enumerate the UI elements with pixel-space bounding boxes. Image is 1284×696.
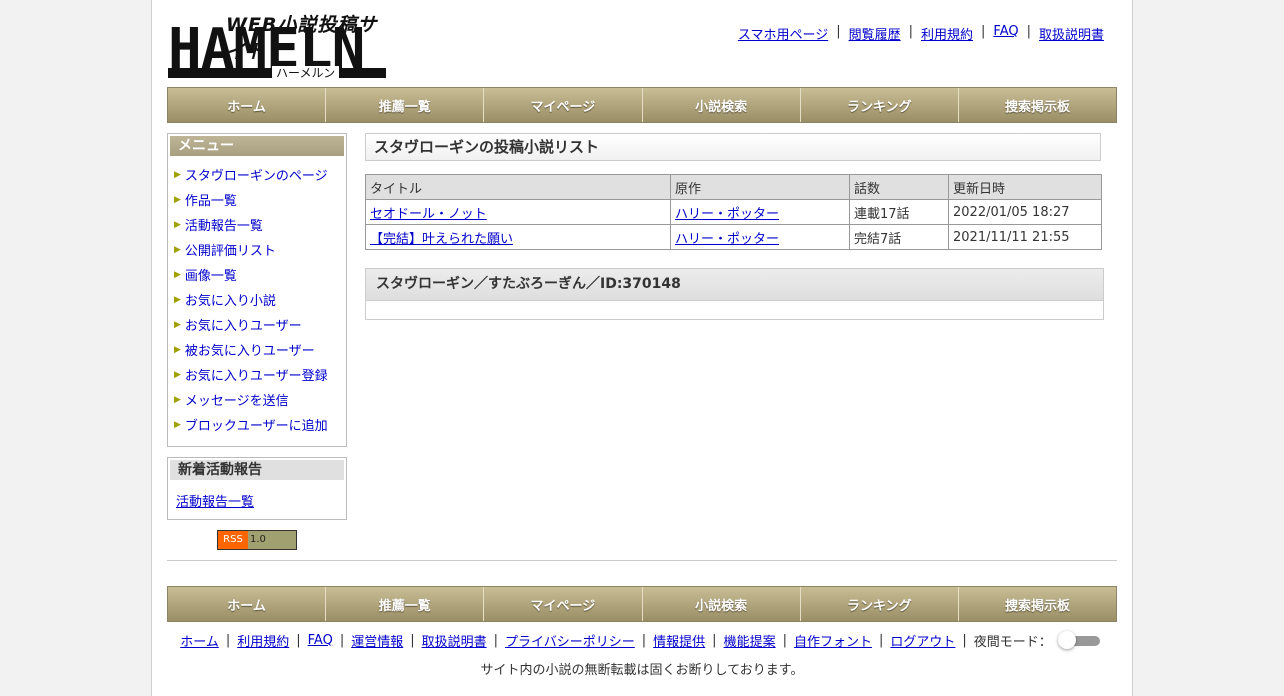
- user-heading: スタヴローギン／すたぶろーぎん／ID:370148: [366, 269, 1103, 301]
- menu-item-public-ratings[interactable]: ▶ 公開評価リスト: [168, 237, 346, 262]
- novel-title-link[interactable]: セオドール・ノット: [370, 207, 487, 222]
- menu-item-favorite-users[interactable]: ▶ お気に入りユーザー: [168, 312, 346, 337]
- footer-terms-link[interactable]: 利用規約: [237, 631, 289, 650]
- col-title: タイトル: [365, 174, 671, 200]
- copyright-notice: サイト内の小説の無断転載は固くお断りしております。: [480, 663, 804, 678]
- nav-ranking[interactable]: ランキング: [800, 587, 959, 621]
- page-container: WEB小説投稿サイト HAMELN ハーメルン スマホ用ページ | 閲覧履歴 | 利…: [151, 0, 1133, 696]
- updated-at: 2022/01/05 18:27: [948, 199, 1102, 225]
- divider: [167, 560, 1117, 561]
- original-work-link[interactable]: ハリー・ポッター: [675, 207, 779, 222]
- menu-item-block-user[interactable]: ▶ ブロックユーザーに追加: [168, 412, 346, 437]
- episode-count: 連載17話: [849, 199, 949, 225]
- rss-badge[interactable]: RSS 1.0: [217, 530, 297, 550]
- faq-link[interactable]: FAQ: [993, 24, 1018, 43]
- col-updated: 更新日時: [948, 174, 1102, 200]
- nav-home[interactable]: ホーム: [168, 587, 327, 621]
- menu-item-user-page[interactable]: ▶ スタヴローギンのページ: [168, 162, 346, 187]
- night-mode-toggle[interactable]: [1057, 630, 1104, 649]
- triangle-bullet-icon: ▶: [174, 319, 181, 330]
- sidebar-menu: メニュー ▶ スタヴローギンのページ ▶ 作品一覧 ▶ 活動報告一覧 ▶ 公開評価リスト…: [167, 133, 347, 447]
- smartphone-page-link[interactable]: スマホ用ページ: [738, 24, 828, 43]
- table-header-row: タイトル 原作 話数 更新日時: [365, 174, 1102, 200]
- toggle-knob: [1057, 630, 1076, 649]
- triangle-bullet-icon: ▶: [174, 244, 181, 255]
- menu-item-send-message[interactable]: ▶ メッセージを送信: [168, 387, 346, 412]
- nav-home[interactable]: ホーム: [168, 88, 327, 122]
- footer-font-link[interactable]: 自作フォント: [794, 631, 872, 650]
- nav-novel-search[interactable]: 小説検索: [642, 587, 801, 621]
- triangle-bullet-icon: ▶: [174, 344, 181, 355]
- footer-faq-link[interactable]: FAQ: [308, 633, 333, 648]
- night-mode-label: 夜間モード：: [973, 635, 1052, 650]
- episode-count: 完結7話: [849, 224, 949, 250]
- new-activity-box: 新着活動報告 活動報告一覧: [167, 457, 347, 520]
- footer-manual-link[interactable]: 取扱説明書: [422, 631, 487, 650]
- page-title: スタヴローギンの投稿小説リスト: [365, 133, 1101, 161]
- triangle-bullet-icon: ▶: [174, 169, 181, 180]
- footer-logout-link[interactable]: ログアウト: [890, 631, 955, 650]
- menu-item-add-favorite-user[interactable]: ▶ お気に入りユーザー登録: [168, 362, 346, 387]
- col-episodes: 話数: [849, 174, 949, 200]
- activity-report-list-link[interactable]: 活動報告一覧: [176, 491, 254, 510]
- table-row: 【完結】叶えられた願い ハリー・ポッター 完結7話 2021/11/11 21:…: [365, 224, 1102, 250]
- hameln-logo[interactable]: WEB小説投稿サイト HAMELN ハーメルン: [168, 10, 388, 80]
- footer-info-link[interactable]: 情報提供: [653, 631, 705, 650]
- nav-recommend[interactable]: 推薦一覧: [326, 88, 485, 122]
- triangle-bullet-icon: ▶: [174, 394, 181, 405]
- nav-mypage[interactable]: マイページ: [484, 88, 643, 122]
- nav-mypage[interactable]: マイページ: [484, 587, 643, 621]
- menu-title: メニュー: [170, 136, 344, 156]
- nav-search-board[interactable]: 捜索掲示板: [958, 88, 1117, 122]
- nav-search-board[interactable]: 捜索掲示板: [958, 587, 1117, 621]
- header-links: スマホ用ページ | 閲覧履歴 | 利用規約 | FAQ | 取扱説明書: [737, 24, 1104, 43]
- menu-item-works[interactable]: ▶ 作品一覧: [168, 187, 346, 212]
- logo-kana: ハーメルン: [272, 66, 340, 80]
- novel-title-link[interactable]: 【完結】叶えられた願い: [370, 232, 513, 247]
- footer-operation-link[interactable]: 運営情報: [351, 631, 403, 650]
- footer-feature-link[interactable]: 機能提案: [724, 631, 776, 650]
- history-link[interactable]: 閲覧履歴: [849, 24, 901, 43]
- bottom-navigation: ホーム 推薦一覧 マイページ 小説検索 ランキング 捜索掲示板: [167, 586, 1117, 622]
- triangle-bullet-icon: ▶: [174, 194, 181, 205]
- triangle-bullet-icon: ▶: [174, 294, 181, 305]
- footer-privacy-link[interactable]: プライバシーポリシー: [505, 631, 635, 650]
- triangle-bullet-icon: ▶: [174, 369, 181, 380]
- triangle-bullet-icon: ▶: [174, 419, 181, 430]
- nav-recommend[interactable]: 推薦一覧: [326, 587, 485, 621]
- table-row: セオドール・ノット ハリー・ポッター 連載17話 2022/01/05 18:2…: [365, 199, 1102, 225]
- menu-item-activity-reports[interactable]: ▶ 活動報告一覧: [168, 212, 346, 237]
- nav-novel-search[interactable]: 小説検索: [642, 88, 801, 122]
- original-work-link[interactable]: ハリー・ポッター: [675, 232, 779, 247]
- footer-links: ホーム | 利用規約 | FAQ | 運営情報 | 取扱説明書 | プライバシーポリシー |…: [152, 630, 1132, 650]
- updated-at: 2021/11/11 21:55: [948, 224, 1102, 250]
- nav-ranking[interactable]: ランキング: [800, 88, 959, 122]
- menu-item-images[interactable]: ▶ 画像一覧: [168, 262, 346, 287]
- terms-link[interactable]: 利用規約: [921, 24, 973, 43]
- user-info-box: スタヴローギン／すたぶろーぎん／ID:370148: [365, 268, 1104, 320]
- menu-item-favorited-by[interactable]: ▶ 被お気に入りユーザー: [168, 337, 346, 362]
- rss-icon: RSS: [218, 531, 248, 549]
- triangle-bullet-icon: ▶: [174, 269, 181, 280]
- news-title: 新着活動報告: [170, 460, 344, 480]
- novel-list-table: タイトル 原作 話数 更新日時 セオドール・ノット ハリー・ポッター 連載17話…: [365, 174, 1102, 250]
- top-navigation: ホーム 推薦一覧 マイページ 小説検索 ランキング 捜索掲示板: [167, 87, 1117, 123]
- footer-home-link[interactable]: ホーム: [180, 631, 219, 650]
- menu-item-favorite-novels[interactable]: ▶ お気に入り小説: [168, 287, 346, 312]
- col-original: 原作: [670, 174, 850, 200]
- rss-version: 1.0: [248, 531, 296, 549]
- manual-link[interactable]: 取扱説明書: [1039, 24, 1104, 43]
- triangle-bullet-icon: ▶: [174, 219, 181, 230]
